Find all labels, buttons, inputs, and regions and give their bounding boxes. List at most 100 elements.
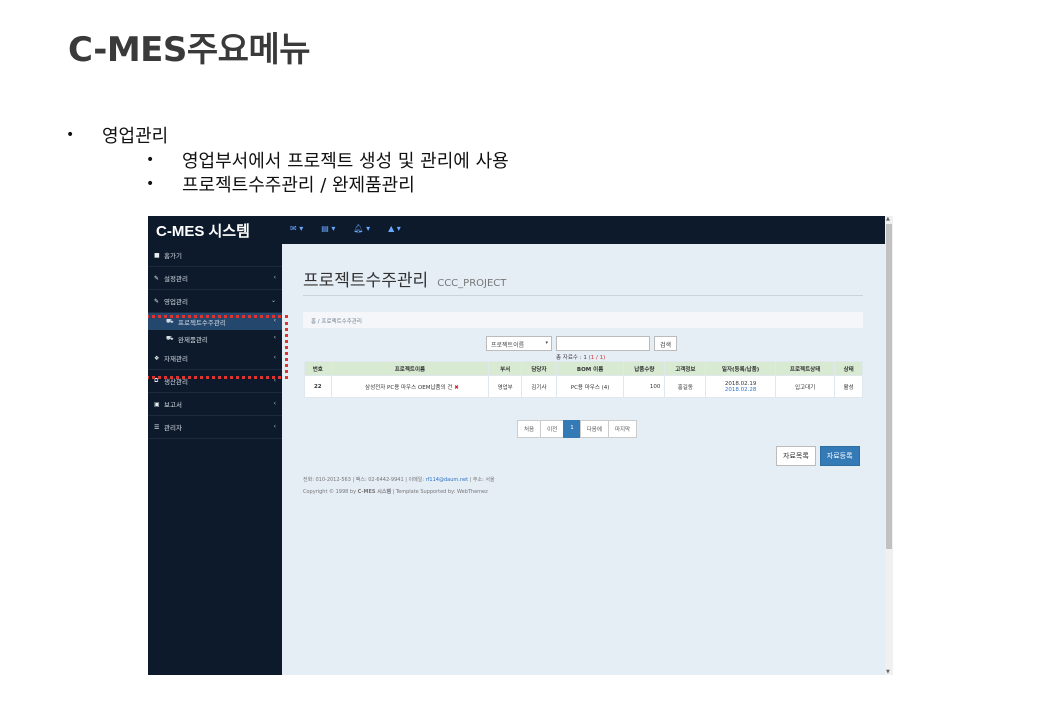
bullet-dot: • xyxy=(146,152,155,168)
register-button[interactable]: 자료등록 xyxy=(819,446,860,466)
search-bar: 프로젝트이름 ▾ 검색 xyxy=(486,336,678,351)
sidebar-item-home[interactable]: ■ 홈가기 xyxy=(148,244,282,267)
chevron-down-icon: ⌄ xyxy=(270,297,276,304)
chevron-left-icon: ‹ xyxy=(273,317,276,324)
sidebar-item-admin[interactable]: ☰ 관리자 ‹ xyxy=(148,416,282,439)
column-header: 프로젝트이름 xyxy=(330,361,490,376)
column-header: 번호 xyxy=(304,361,332,376)
breadcrumb: 홈 / 프로젝트수주관리 xyxy=(303,312,863,328)
project-name-link[interactable]: 삼성전자 PC용 마우스 OEM납품의 건 xyxy=(365,385,452,391)
sidebar-subitem-project-orders[interactable]: ⛟ 프로젝트수주관리 ‹ xyxy=(148,313,282,330)
contact-text: | 주소: 서울 xyxy=(468,477,495,483)
sidebar-label: 생산관리 xyxy=(164,378,188,386)
sidebar-label: 자재관리 xyxy=(164,355,188,363)
external-icon: ⧉ xyxy=(154,377,159,384)
cell-bom: PC용 마우스 (4) xyxy=(555,375,625,398)
cell-status[interactable]: 활성 xyxy=(834,375,863,398)
sub-bullet-text: 프로젝트수주관리 / 완제품관리 xyxy=(182,175,415,196)
footer-copyright: Copyright © 1998 by C-MES 시스템 | Template… xyxy=(303,486,495,498)
scroll-down-icon[interactable]: ▼ xyxy=(886,669,890,675)
brand-logo[interactable]: C-MES 시스템 xyxy=(156,220,250,241)
chevron-left-icon: ‹ xyxy=(273,423,276,430)
list-icon[interactable]: ▤ ▾ xyxy=(321,224,335,233)
copyright-text: Copyright © 1998 by xyxy=(303,489,358,495)
page-first[interactable]: 처음 xyxy=(517,420,542,438)
select-value: 프로젝트이름 xyxy=(491,342,525,349)
chevron-left-icon: ‹ xyxy=(273,334,276,341)
sub-bullet-item: • 영업부서에서 프로젝트 생성 및 관리에 사용 xyxy=(146,148,509,172)
pagination: 처음 이전 1 다음에 마지막 xyxy=(517,420,638,438)
sidebar-item-reports[interactable]: ▣ 보고서 ‹ xyxy=(148,393,282,416)
chevron-left-icon: ‹ xyxy=(273,274,276,281)
cell-dates: 2018.02.19 2018.02.28 xyxy=(705,375,776,398)
column-header: 상태 xyxy=(834,361,863,376)
sub-bullet-text: 영업부서에서 프로젝트 생성 및 관리에 사용 xyxy=(182,151,509,172)
cell-no: 22 xyxy=(304,375,332,398)
bullet-item: • 영업관리 xyxy=(66,122,509,148)
slide-title: C-MES주요메뉴 xyxy=(68,30,311,70)
cell-customer: 홍길동 xyxy=(664,375,707,398)
app-screenshot: C-MES 시스템 ✉ ▾ ▤ ▾ 🔔︎ ▾ ▲ ▾ ■ 홈가기 ✎ 설정관리 ‹ ✎… xyxy=(148,216,893,675)
sidebar-item-settings[interactable]: ✎ 설정관리 ‹ xyxy=(148,267,282,290)
scrollbar-thumb[interactable] xyxy=(886,224,892,549)
page-current[interactable]: 1 xyxy=(563,420,581,438)
sidebar-label: 프로젝트수주관리 xyxy=(178,318,226,327)
email-link[interactable]: rf114@daum.net xyxy=(426,477,468,483)
top-navbar: C-MES 시스템 ✉ ▾ ▤ ▾ 🔔︎ ▾ ▲ ▾ xyxy=(148,216,885,244)
page-prev[interactable]: 이전 xyxy=(540,420,565,438)
contact-text: 전화: 010-2012-563 | 팩스: 02-6442-9941 | 이메… xyxy=(303,477,426,483)
sidebar-item-production[interactable]: ⧉ 생산관리 ‹ xyxy=(148,370,282,393)
page-subtitle: CCC_PROJECT xyxy=(437,278,507,289)
cell-project-status: 입고대기 xyxy=(774,375,836,398)
column-header: 납품수량 xyxy=(623,361,666,376)
page-header: 프로젝트수주관리 CCC_PROJECT xyxy=(303,266,863,296)
file-icon: ■ xyxy=(154,251,160,259)
action-buttons: 자료목록 자료등록 xyxy=(776,446,860,466)
date-delivery: 2018.02.28 xyxy=(724,386,757,393)
list-button[interactable]: 자료목록 xyxy=(776,446,816,466)
user-icon[interactable]: ▲ ▾ xyxy=(388,224,401,233)
sidebar-item-sales[interactable]: ✎ 영업관리 ⌄ xyxy=(148,290,282,313)
footer: 전화: 010-2012-563 | 팩스: 02-6442-9941 | 이메… xyxy=(303,474,495,498)
chevron-left-icon: ‹ xyxy=(273,354,276,361)
project-table: 번호 프로젝트이름 부서 담당자 BOM 이름 납품수량 고객정보 일자(등록/… xyxy=(304,361,863,398)
bullet-list: • 영업관리 • 영업부서에서 프로젝트 생성 및 관리에 사용 • 프로젝트수주관리… xyxy=(66,122,509,196)
cell-qty: 100 xyxy=(623,375,666,398)
sidebar-label: 영업관리 xyxy=(164,298,188,306)
record-count: 총 자료수 : 1 (1 / 1) xyxy=(556,353,605,361)
breadcrumb-home[interactable]: 홈 xyxy=(311,319,316,325)
column-header: 고객정보 xyxy=(664,361,707,376)
bullet-dot: • xyxy=(146,176,155,192)
search-input[interactable] xyxy=(556,336,650,351)
bullet-text: 영업관리 xyxy=(102,126,169,147)
wrench-icon: ✎ xyxy=(154,274,160,282)
sliders-icon: ☰ xyxy=(154,423,160,431)
mail-icon[interactable]: ✉ ▾ xyxy=(290,224,303,233)
copyright-brand: C-MES 시스템 xyxy=(357,489,392,495)
car-icon: ⛟ xyxy=(166,334,174,342)
table-header-row: 번호 프로젝트이름 부서 담당자 BOM 이름 납품수량 고객정보 일자(등록/… xyxy=(304,361,863,376)
main-content: 프로젝트수주관리 CCC_PROJECT 홈 / 프로젝트수주관리 프로젝트이름… xyxy=(282,244,885,675)
sidebar-subitem-finished-goods[interactable]: ⛟ 완제품관리 ‹ xyxy=(148,330,282,347)
bullet-dot: • xyxy=(66,127,75,143)
column-header: 담당자 xyxy=(521,361,557,376)
breadcrumb-current: 프로젝트수주관리 xyxy=(321,319,362,325)
page-title: 프로젝트수주관리 xyxy=(303,271,429,291)
page-next[interactable]: 다음에 xyxy=(579,420,609,438)
scroll-up-icon[interactable]: ▲ xyxy=(886,216,890,222)
scrollbar[interactable]: ▲ ▼ xyxy=(885,216,893,675)
delete-icon[interactable]: ✖ xyxy=(454,385,459,391)
top-icons: ✉ ▾ ▤ ▾ 🔔︎ ▾ ▲ ▾ xyxy=(290,224,401,233)
footer-contact: 전화: 010-2012-563 | 팩스: 02-6442-9941 | 이메… xyxy=(303,474,495,486)
cell-project-name[interactable]: 삼성전자 PC용 마우스 OEM납품의 건 ✖ xyxy=(330,375,490,398)
search-button[interactable]: 검색 xyxy=(654,336,678,351)
bell-icon[interactable]: 🔔︎ ▾ xyxy=(353,224,370,233)
sidebar: ■ 홈가기 ✎ 설정관리 ‹ ✎ 영업관리 ⌄ ⛟ 프로젝트수주관리 ‹ ⛟ 완제품관리 ‹ ❖ 자… xyxy=(148,244,288,675)
page-last[interactable]: 마지막 xyxy=(607,420,638,438)
chevron-left-icon: ‹ xyxy=(273,400,276,407)
search-field-select[interactable]: 프로젝트이름 ▾ xyxy=(486,336,552,351)
sidebar-item-materials[interactable]: ❖ 자재관리 ‹ xyxy=(148,347,282,370)
car-icon: ⛟ xyxy=(166,317,174,325)
column-header: 부서 xyxy=(488,361,523,376)
column-header: 프로젝트상태 xyxy=(774,361,836,376)
